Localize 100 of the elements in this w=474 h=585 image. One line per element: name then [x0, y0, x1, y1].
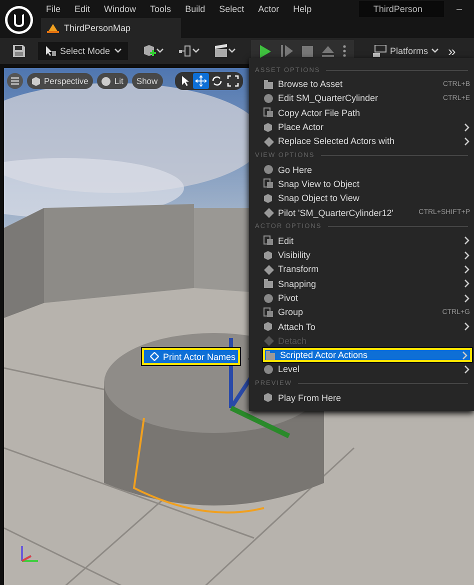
- menu-item[interactable]: Snap Object to View: [249, 191, 474, 206]
- eject-icon[interactable]: [322, 46, 334, 56]
- item-icon: [263, 178, 274, 190]
- save-icon[interactable]: [13, 45, 25, 57]
- item-icon: [265, 350, 276, 361]
- menu-item[interactable]: File: [41, 4, 70, 14]
- stop-icon[interactable]: [302, 46, 314, 56]
- item-label: Print Actor Names: [163, 352, 237, 362]
- item-icon: [263, 207, 274, 218]
- item-icon: [263, 335, 274, 346]
- item-label: Snap Object to View: [278, 193, 360, 204]
- menu-item[interactable]: Transform: [249, 262, 474, 277]
- menu-item[interactable]: Pivot: [249, 290, 474, 306]
- level-icon: [47, 23, 59, 33]
- minimize-button[interactable]: –: [444, 4, 474, 14]
- select-mode-button[interactable]: Select Mode: [38, 42, 128, 60]
- item-label: Level: [278, 364, 301, 374]
- item-label: Play From Here: [278, 392, 342, 403]
- engine-logo[interactable]: [4, 5, 34, 35]
- item-icon: [263, 107, 274, 118]
- item-label: Scripted Actor Actions: [280, 350, 369, 360]
- item-icon: [263, 250, 274, 261]
- menu-item[interactable]: Edit: [70, 4, 100, 14]
- tab-label: ThirdPersonMap: [64, 23, 131, 33]
- button-label: Lit: [114, 76, 124, 86]
- cube-icon: [31, 76, 41, 86]
- item-icon: [263, 306, 274, 318]
- caret-icon: [431, 48, 440, 54]
- item-icon: [263, 321, 274, 332]
- view-option-button[interactable]: Show: [132, 73, 163, 89]
- menu-item[interactable]: Snapping: [249, 276, 474, 291]
- rotate-icon: [210, 75, 223, 87]
- item-label: Go Here: [278, 164, 314, 175]
- scale-icon: [226, 75, 239, 87]
- add-actor-icon[interactable]: [143, 44, 164, 58]
- item-icon: [263, 364, 274, 375]
- menu-item[interactable]: Copy Actor File Path: [249, 106, 474, 120]
- item-icon: [263, 292, 274, 304]
- item-icon: [263, 264, 274, 275]
- step-icon[interactable]: [281, 45, 294, 57]
- menu-item[interactable]: Actor: [253, 4, 288, 14]
- item-label: Group: [278, 307, 304, 318]
- view-option-button[interactable]: Lit: [97, 73, 128, 89]
- item-label: Replace Selected Actors with: [278, 136, 396, 146]
- chevron-icon: [464, 322, 470, 332]
- platforms-icon: [373, 45, 388, 57]
- cursor-cube-icon: [44, 45, 56, 57]
- menu-item[interactable]: Build: [180, 4, 214, 14]
- document-tab[interactable]: ThirdPersonMap: [41, 18, 181, 38]
- menu-item[interactable]: Snap View to Object: [249, 176, 474, 192]
- more-icon[interactable]: [343, 45, 346, 57]
- item-icon: [263, 278, 274, 290]
- item-icon: [263, 192, 274, 204]
- button-label: Platforms: [390, 46, 428, 56]
- button-label: Perspective: [44, 76, 88, 86]
- item-label: Browse to Asset: [278, 79, 344, 90]
- item-label: Visibility: [278, 250, 312, 260]
- overflow-button[interactable]: »: [448, 44, 456, 58]
- menu-item[interactable]: Visibility: [249, 248, 474, 262]
- item-label: Pivot: [278, 293, 300, 303]
- item-label: Edit: [278, 236, 295, 246]
- menu-item[interactable]: Place Actor: [249, 120, 474, 134]
- item-label: Transform: [278, 264, 320, 274]
- item-icon: [263, 92, 274, 104]
- view-option-button[interactable]: Perspective: [27, 73, 94, 89]
- move-icon: [194, 75, 207, 87]
- item-label: Copy Actor File Path: [278, 108, 362, 118]
- menu-item[interactable]: Help: [288, 4, 321, 14]
- menu-item[interactable]: Select: [214, 4, 254, 14]
- menu-item[interactable]: Edit: [249, 234, 474, 248]
- menu-item[interactable]: Play From Here: [249, 390, 474, 405]
- item-label: Snapping: [278, 278, 318, 289]
- item-icon: [263, 164, 274, 176]
- button-label: Show: [136, 76, 158, 86]
- item-label: Snap View to Object: [278, 178, 360, 189]
- item-label: Attach To: [278, 322, 316, 332]
- project-name: ThirdPerson: [359, 1, 444, 17]
- menu-item[interactable]: Window: [99, 4, 146, 14]
- menu-item[interactable]: Tools: [145, 4, 180, 14]
- item-label: Edit SM_QuarterCylinder: [278, 93, 380, 104]
- diamond-icon: [150, 352, 159, 361]
- transform-tool-button[interactable]: [192, 73, 209, 89]
- menu-item[interactable]: Print Actor Names: [142, 348, 240, 365]
- caret-icon: [114, 48, 122, 54]
- clapperboard-icon[interactable]: [215, 44, 236, 58]
- item-icon: [263, 392, 274, 404]
- menu-item[interactable]: Scripted Actor Actions: [263, 348, 472, 362]
- menu-item[interactable]: Go Here: [249, 162, 474, 177]
- axis-gizmo-icon: [18, 543, 40, 565]
- sphere-icon: [101, 76, 112, 86]
- menu-item[interactable]: Replace Selected Actors with: [249, 134, 474, 148]
- transform-tool-button[interactable]: [224, 73, 241, 89]
- platforms-button[interactable]: Platforms: [373, 45, 440, 57]
- item-icon: [263, 78, 274, 90]
- item-label: Place Actor: [278, 122, 325, 132]
- menu-item[interactable]: Level: [249, 362, 474, 377]
- menu-item[interactable]: Attach To: [249, 319, 474, 334]
- button-label: Select Mode: [60, 46, 110, 56]
- blueprint-icon[interactable]: [179, 44, 200, 58]
- menu-icon[interactable]: [7, 73, 23, 89]
